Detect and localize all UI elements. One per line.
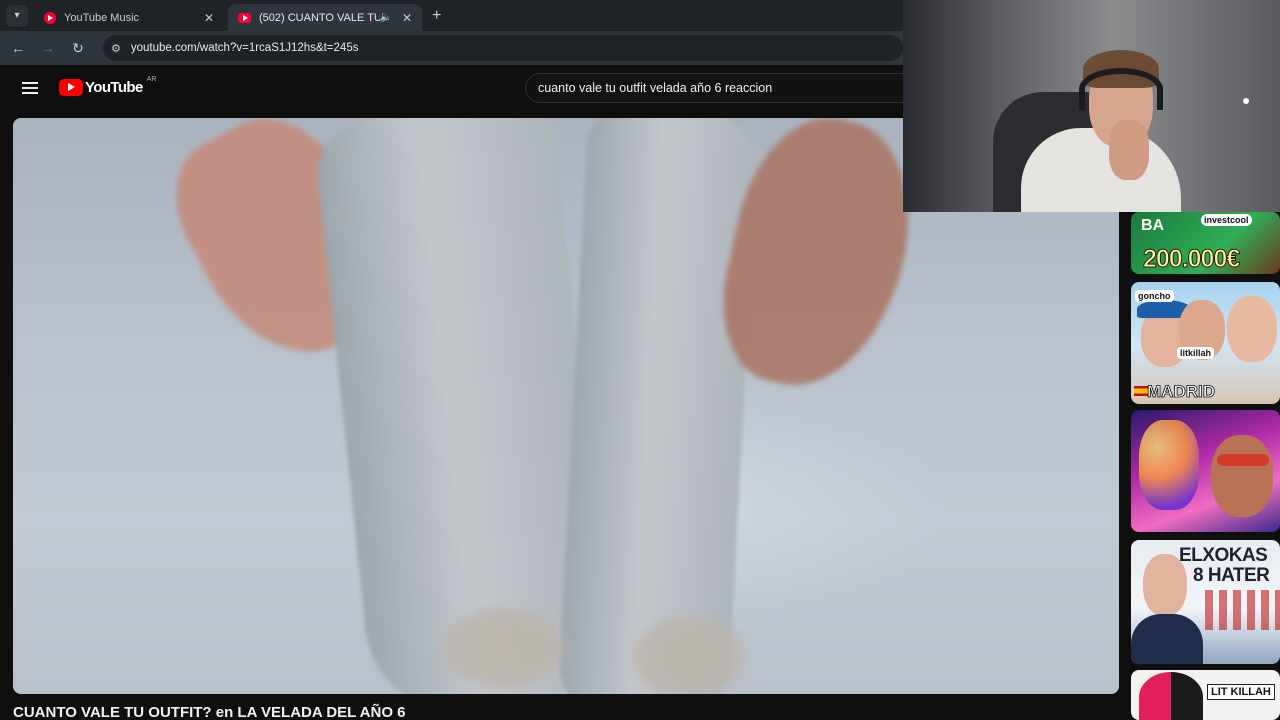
site-info-icon[interactable]: ⚙ <box>111 42 121 55</box>
video-leg-right <box>557 118 759 694</box>
tab-title: YouTube Music <box>64 11 140 24</box>
video-title: CUANTO VALE TU OUTFIT? en LA VELADA DEL … <box>13 704 406 720</box>
country-code: AR <box>146 76 157 83</box>
spain-flag-icon <box>1134 386 1148 396</box>
recommendation-thumbnail[interactable]: BA investcool 200.000€ <box>1131 212 1280 274</box>
screen: ▾ YouTube Music ✕ (502) CUANTO VALE TU O… <box>0 0 1280 720</box>
thumbnail-person <box>1227 296 1277 362</box>
thumbnail-scenery <box>1139 420 1199 510</box>
thumbnail-person <box>1211 435 1273 517</box>
thumbnail-text: 8 HATER <box>1193 565 1270 586</box>
recommendations-list: BA investcool 200.000€ goncho litkillah … <box>1131 212 1280 720</box>
search-input[interactable]: cuanto vale tu outfit velada año 6 reacc… <box>525 73 915 103</box>
webcam-hand <box>1109 120 1149 180</box>
back-icon[interactable]: ← <box>3 40 33 56</box>
thumbnail-scenery <box>1205 590 1280 630</box>
webcam-light <box>1243 98 1249 104</box>
close-icon[interactable]: ✕ <box>400 11 414 25</box>
youtube-icon <box>238 12 251 23</box>
recommendation-thumbnail[interactable]: LIT KILLAH <box>1131 670 1280 720</box>
streamer-webcam <box>903 0 1280 212</box>
thumbnail-person <box>1139 672 1203 720</box>
youtube-music-icon <box>44 11 56 24</box>
youtube-logo[interactable]: YouTube AR <box>59 76 157 96</box>
close-icon[interactable]: ✕ <box>202 11 216 25</box>
thumbnail-text: BA <box>1141 217 1165 234</box>
thumbnail-text: ELXOKAS <box>1179 545 1268 566</box>
thumbnail-tag: investcool <box>1201 214 1252 226</box>
headset-icon <box>1079 68 1163 110</box>
thumbnail-text: 200.000€ <box>1142 245 1240 274</box>
forward-icon[interactable]: → <box>33 40 63 56</box>
search-query: cuanto vale tu outfit velada año 6 reacc… <box>538 81 773 95</box>
reload-icon[interactable]: ↻ <box>63 40 93 57</box>
tab-search-icon[interactable]: ▾ <box>6 4 28 27</box>
tab-youtube-music[interactable]: YouTube Music ✕ <box>34 4 224 31</box>
recommendation-thumbnail[interactable]: goncho litkillah MADRID <box>1131 282 1280 404</box>
video-foot-left <box>443 608 563 688</box>
new-tab-icon[interactable]: + <box>432 7 441 25</box>
thumbnail-text: MADRID <box>1147 382 1216 402</box>
thumbnail-suit <box>1131 614 1203 664</box>
recommendation-thumbnail[interactable]: ELXOKAS 8 HATER <box>1131 540 1280 664</box>
recommendation-thumbnail[interactable] <box>1131 410 1280 532</box>
speaker-icon[interactable]: 🔈 <box>380 12 392 23</box>
thumbnail-tag: litkillah <box>1177 347 1215 359</box>
address-text: youtube.com/watch?v=1rcaS1J12hs&t=245s <box>130 42 359 54</box>
tab-title: (502) CUANTO VALE TU OU <box>259 11 380 24</box>
address-bar[interactable]: ⚙ youtube.com/watch?v=1rcaS1J12hs&t=245s <box>103 35 903 61</box>
tab-youtube-video[interactable]: (502) CUANTO VALE TU OU 🔈 ✕ <box>228 4 422 31</box>
youtube-play-icon <box>59 79 83 96</box>
logo-text: YouTube <box>85 79 143 96</box>
menu-icon[interactable] <box>22 82 38 94</box>
video-foot-right <box>633 618 743 694</box>
thumbnail-text: LIT KILLAH <box>1207 684 1275 700</box>
thumbnail-tag: goncho <box>1135 290 1174 302</box>
sunglasses-icon <box>1217 454 1269 466</box>
